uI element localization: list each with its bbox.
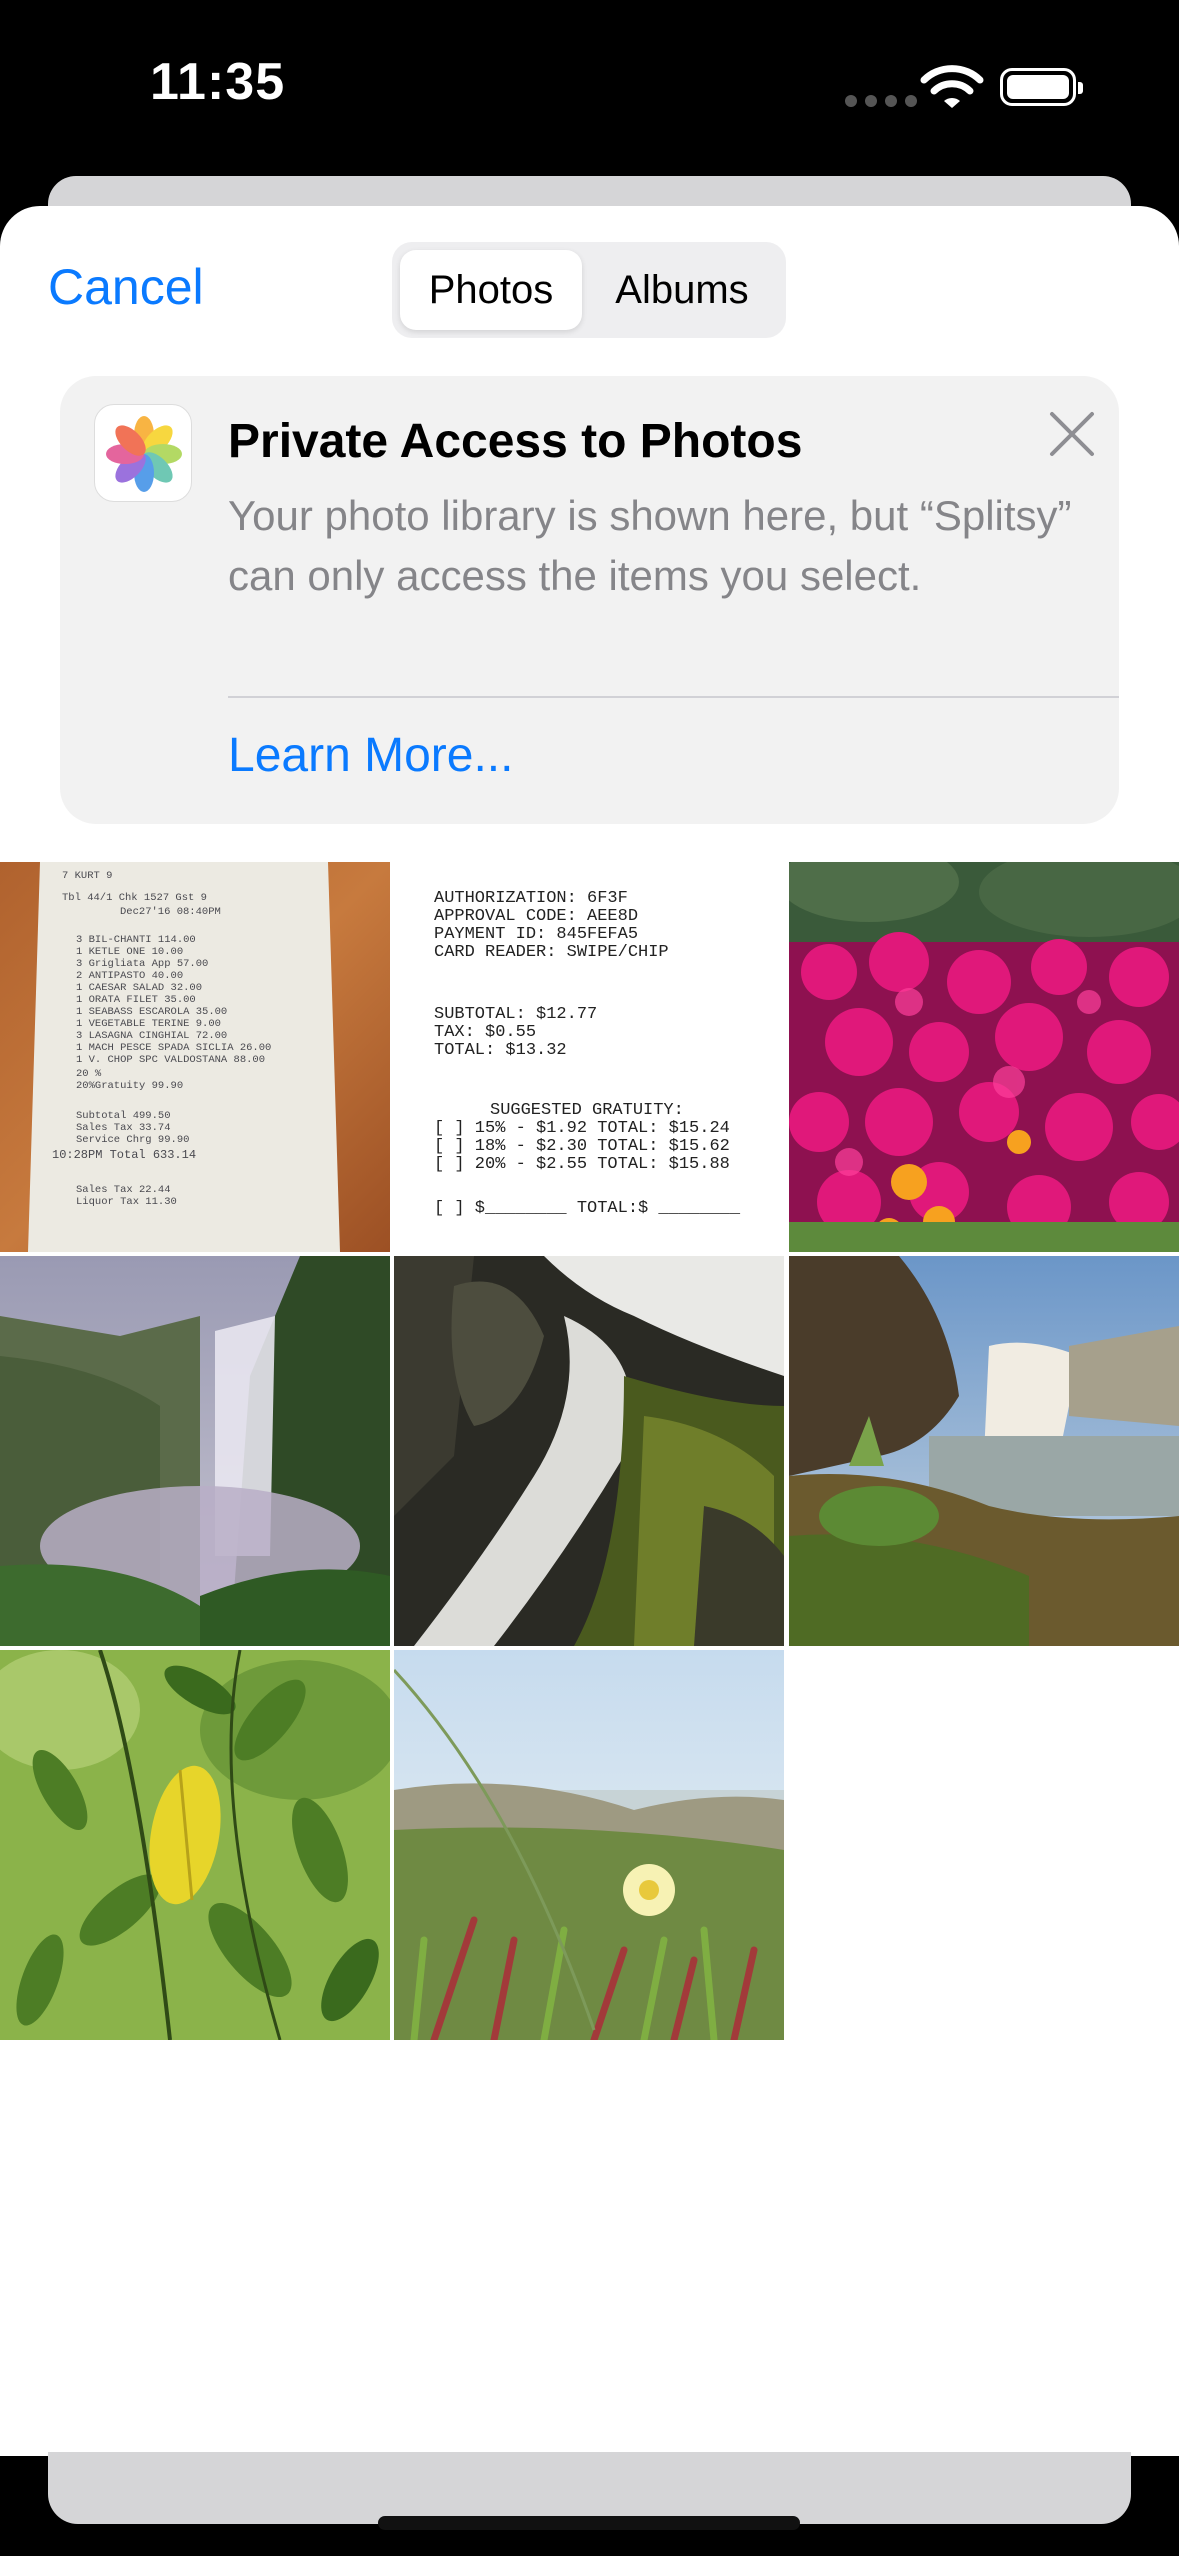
photos-app-icon [94,404,192,502]
card-receipt-line: [ ] 20% - $2.55 TOTAL: $15.88 [434,1155,730,1174]
photo-waterfall-cliff[interactable] [0,1256,390,1646]
receipt-line: 20%Gratuity 99.90 [76,1080,183,1092]
private-access-banner: Private Access to Photos Your photo libr… [60,376,1119,824]
battery-icon [1000,68,1083,106]
card-receipt-line: AUTHORIZATION: 6F3F [434,889,628,908]
card-receipt-line: TOTAL: $13.32 [434,1041,567,1060]
receipt-line: 3 BIL-CHANTI 114.00 [76,934,196,946]
card-receipt-line: SUBTOTAL: $12.77 [434,1005,597,1024]
photo-green-leaves[interactable] [0,1650,390,2040]
banner-divider [228,696,1119,698]
receipt-line: Tbl 44/1 Chk 1527 Gst 9 [62,892,207,904]
card-receipt-line: [ ] 18% - $2.30 TOTAL: $15.62 [434,1137,730,1156]
receipt-line: 1 VEGETABLE TERINE 9.00 [76,1018,221,1030]
card-receipt-line: SUGGESTED GRATUITY: [490,1101,684,1120]
photo-pink-flowers[interactable] [789,862,1179,1252]
wifi-icon [920,65,984,108]
receipt-line: Subtotal 499.50 [76,1110,171,1122]
close-icon[interactable] [1044,406,1100,462]
receipt-line: 1 CAESAR SALAD 32.00 [76,982,202,994]
learn-more-link[interactable]: Learn More... [228,728,513,783]
status-bar: 11:35 [0,0,1179,180]
receipt-line: Service Chrg 99.90 [76,1134,189,1146]
receipt-line: 7 KURT 9 [62,870,112,882]
cellular-signal-icon [845,95,917,107]
receipt-line: Liquor Tax 11.30 [76,1196,177,1208]
card-receipt-line: TAX: $0.55 [434,1023,536,1042]
receipt-line: Sales Tax 33.74 [76,1122,171,1134]
receipt-line: 10:28PM Total 633.14 [52,1148,196,1162]
photos-albums-segmented-control: Photos Albums [392,242,786,338]
card-receipt-line: CARD READER: SWIPE/CHIP [434,943,669,962]
card-receipt-line: [ ] 15% - $1.92 TOTAL: $15.24 [434,1119,730,1138]
banner-title: Private Access to Photos [228,415,803,468]
receipt-line: 3 Grigliata App 57.00 [76,958,208,970]
cancel-button[interactable]: Cancel [48,258,204,316]
receipt-line: 1 V. CHOP SPC VALDOSTANA 88.00 [76,1054,265,1066]
receipt-line: 1 MACH PESCE SPADA SICLIA 26.00 [76,1042,271,1054]
home-indicator[interactable] [378,2516,800,2530]
receipt-line: Sales Tax 22.44 [76,1184,171,1196]
receipt-line: Dec27'16 08:40PM [120,906,221,918]
banner-description: Your photo library is shown here, but “S… [228,492,1072,599]
receipt-line: 1 SEABASS ESCAROLA 35.00 [76,1006,227,1018]
background-sheet-bottom [48,2452,1131,2524]
receipt-line: 2 ANTIPASTO 40.00 [76,970,183,982]
tab-photos[interactable]: Photos [400,250,582,330]
receipt-line: 1 KETLE ONE 10.00 [76,946,183,958]
receipt-line: 20 % [76,1068,102,1080]
card-receipt-line: APPROVAL CODE: AEE8D [434,907,638,926]
photo-beach-flower[interactable] [394,1650,784,2040]
photo-card-receipt[interactable]: AUTHORIZATION: 6F3F APPROVAL CODE: AEE8D… [394,862,784,1252]
photo-restaurant-receipt[interactable]: 7 KURT 9 Tbl 44/1 Chk 1527 Gst 9 Dec27'1… [0,862,390,1252]
photo-waterfall-closeup[interactable] [394,1256,784,1646]
photo-waterfall-coast[interactable] [789,1256,1179,1646]
receipt-line: 3 LASAGNA CINGHIAL 72.00 [76,1030,227,1042]
card-receipt-line: PAYMENT ID: 845FEFA5 [434,925,638,944]
status-time: 11:35 [150,53,286,111]
card-receipt-line: [ ] $________ TOTAL:$ ________ [434,1199,741,1218]
tab-albums[interactable]: Albums [586,250,778,330]
receipt-line: 1 ORATA FILET 35.00 [76,994,196,1006]
